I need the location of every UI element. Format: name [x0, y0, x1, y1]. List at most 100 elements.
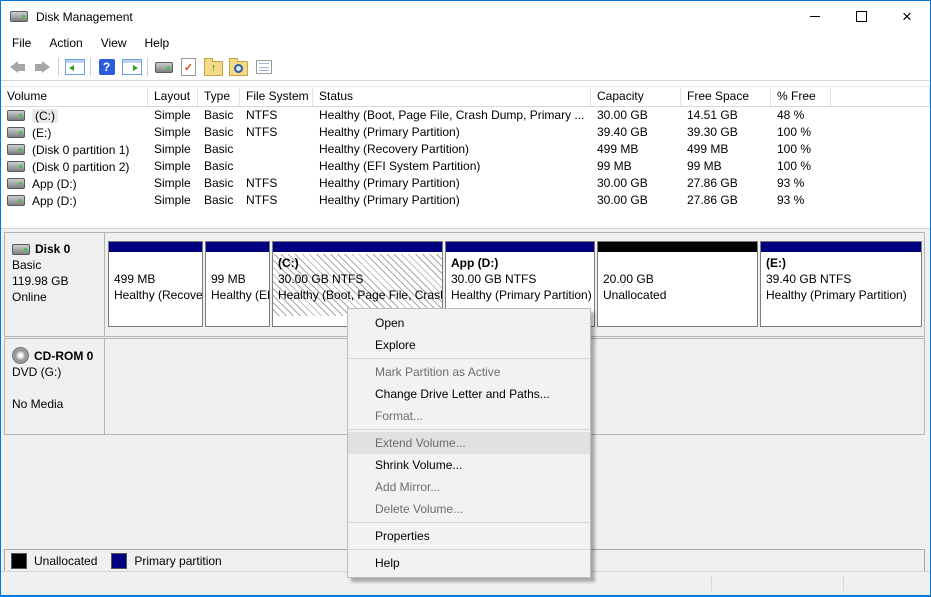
menu-item-mark-partition-active: Mark Partition as Active [348, 361, 590, 383]
help-button[interactable]: ? [94, 56, 119, 78]
show-action-pane-button[interactable] [119, 56, 144, 78]
menu-separator [349, 522, 589, 523]
back-icon [10, 61, 25, 73]
partition-context-menu: Open Explore Mark Partition as Active Ch… [347, 308, 591, 578]
menu-item-format: Format... [348, 405, 590, 427]
check-document-icon: ✓ [181, 58, 196, 76]
table-row[interactable]: App (D:) Simple Basic NTFS Healthy (Prim… [1, 192, 930, 209]
status-bar-divider [711, 576, 712, 591]
menu-separator [349, 549, 589, 550]
menu-item-help[interactable]: Help [348, 552, 590, 574]
volume-icon [7, 195, 25, 206]
partition-recovery[interactable]: 499 MB Healthy (Recovery Partition) [108, 241, 203, 327]
table-row[interactable]: (Disk 0 partition 1) Simple Basic Health… [1, 141, 930, 158]
status-bar-divider [843, 576, 844, 591]
find-folder-button[interactable] [226, 56, 251, 78]
menu-item-extend-volume: Extend Volume... [348, 432, 590, 454]
table-row[interactable]: (C:) Simple Basic NTFS Healthy (Boot, Pa… [1, 107, 930, 124]
toolbar-separator [147, 58, 148, 76]
toolbar: ? ✓ ↑ [1, 54, 930, 81]
forward-button[interactable] [30, 56, 55, 78]
show-console-tree-button[interactable] [62, 56, 87, 78]
find-folder-icon [229, 61, 248, 76]
volume-icon [7, 161, 25, 172]
col-layout[interactable]: Layout [148, 87, 198, 106]
partition-e[interactable]: (E:) 39.40 GB NTFS Healthy (Primary Part… [760, 241, 922, 327]
menu-item-delete-volume: Delete Volume... [348, 498, 590, 520]
partition-unallocated[interactable]: 20.00 GB Unallocated [597, 241, 758, 327]
volume-icon [7, 127, 25, 138]
menu-item-shrink-volume[interactable]: Shrink Volume... [348, 454, 590, 476]
col-capacity[interactable]: Capacity [591, 87, 681, 106]
menu-separator [349, 429, 589, 430]
volume-icon [7, 178, 25, 189]
col-type[interactable]: Type [198, 87, 240, 106]
col-filler [831, 87, 930, 106]
menu-item-add-mirror: Add Mirror... [348, 476, 590, 498]
volume-list-pane: Volume Layout Type File System Status Ca… [1, 81, 930, 228]
disk-management-window: Disk Management × File Action View Help … [0, 0, 931, 597]
legend-primary-partition: Primary partition [111, 553, 221, 569]
minimize-icon [810, 16, 820, 17]
partition-color-band [446, 242, 594, 254]
menu-item-open[interactable]: Open [348, 312, 590, 334]
col-file-system[interactable]: File System [240, 87, 313, 106]
rescan-disks-icon [155, 62, 173, 73]
menu-help[interactable]: Help [136, 33, 179, 53]
disk-0-size: 119.98 GB [12, 273, 100, 289]
table-row[interactable]: App (D:) Simple Basic NTFS Healthy (Prim… [1, 175, 930, 192]
toolbar-separator [58, 58, 59, 76]
back-button[interactable] [5, 56, 30, 78]
partition-color-band [598, 242, 757, 254]
menu-item-change-drive-letter[interactable]: Change Drive Letter and Paths... [348, 383, 590, 405]
console-tree-icon [65, 59, 85, 75]
menu-bar: File Action View Help [1, 32, 930, 54]
volume-icon [7, 144, 25, 155]
col-status[interactable]: Status [313, 87, 591, 106]
partition-color-band [761, 242, 921, 254]
action-pane-icon [122, 59, 142, 75]
menu-file[interactable]: File [3, 33, 40, 53]
maximize-icon [856, 11, 867, 22]
cdrom-media: DVD (G:) [12, 364, 100, 380]
partition-color-band [109, 242, 202, 254]
properties-list-icon [256, 60, 272, 74]
table-row[interactable]: (E:) Simple Basic NTFS Healthy (Primary … [1, 124, 930, 141]
primary-partition-swatch [111, 553, 127, 569]
close-icon: × [902, 8, 912, 25]
cdrom-status: No Media [12, 396, 100, 412]
export-folder-icon: ↑ [204, 61, 223, 76]
check-document-button[interactable]: ✓ [176, 56, 201, 78]
close-button[interactable]: × [884, 1, 930, 32]
menu-item-properties[interactable]: Properties [348, 525, 590, 547]
rescan-disks-button[interactable] [151, 56, 176, 78]
cdrom-icon [12, 347, 29, 364]
disk-0-status: Online [12, 289, 100, 305]
maximize-button[interactable] [838, 1, 884, 32]
window-controls: × [792, 1, 930, 32]
menu-separator [349, 358, 589, 359]
partition-efi[interactable]: 99 MB Healthy (EFI System Partition) [205, 241, 270, 327]
legend-unallocated: Unallocated [11, 553, 97, 569]
toolbar-separator [90, 58, 91, 76]
col-free-space[interactable]: Free Space [681, 87, 771, 106]
menu-view[interactable]: View [92, 33, 136, 53]
export-folder-button[interactable]: ↑ [201, 56, 226, 78]
minimize-button[interactable] [792, 1, 838, 32]
properties-list-button[interactable] [251, 56, 276, 78]
menu-action[interactable]: Action [40, 33, 91, 53]
app-drive-icon [10, 11, 28, 22]
disk-icon [12, 244, 30, 255]
menu-item-explore[interactable]: Explore [348, 334, 590, 356]
window-title: Disk Management [36, 10, 133, 24]
unallocated-swatch [11, 553, 27, 569]
disk-0-label-panel[interactable]: Disk 0 Basic 119.98 GB Online [5, 233, 105, 336]
forward-icon [35, 61, 50, 73]
help-icon: ? [99, 59, 115, 75]
col-volume[interactable]: Volume [1, 87, 148, 106]
col-pct-free[interactable]: % Free [771, 87, 831, 106]
cdrom-0-label-panel[interactable]: CD-ROM 0 DVD (G:) No Media [5, 339, 105, 434]
partition-color-band [206, 242, 269, 254]
disk-0-type: Basic [12, 257, 100, 273]
table-row[interactable]: (Disk 0 partition 2) Simple Basic Health… [1, 158, 930, 175]
